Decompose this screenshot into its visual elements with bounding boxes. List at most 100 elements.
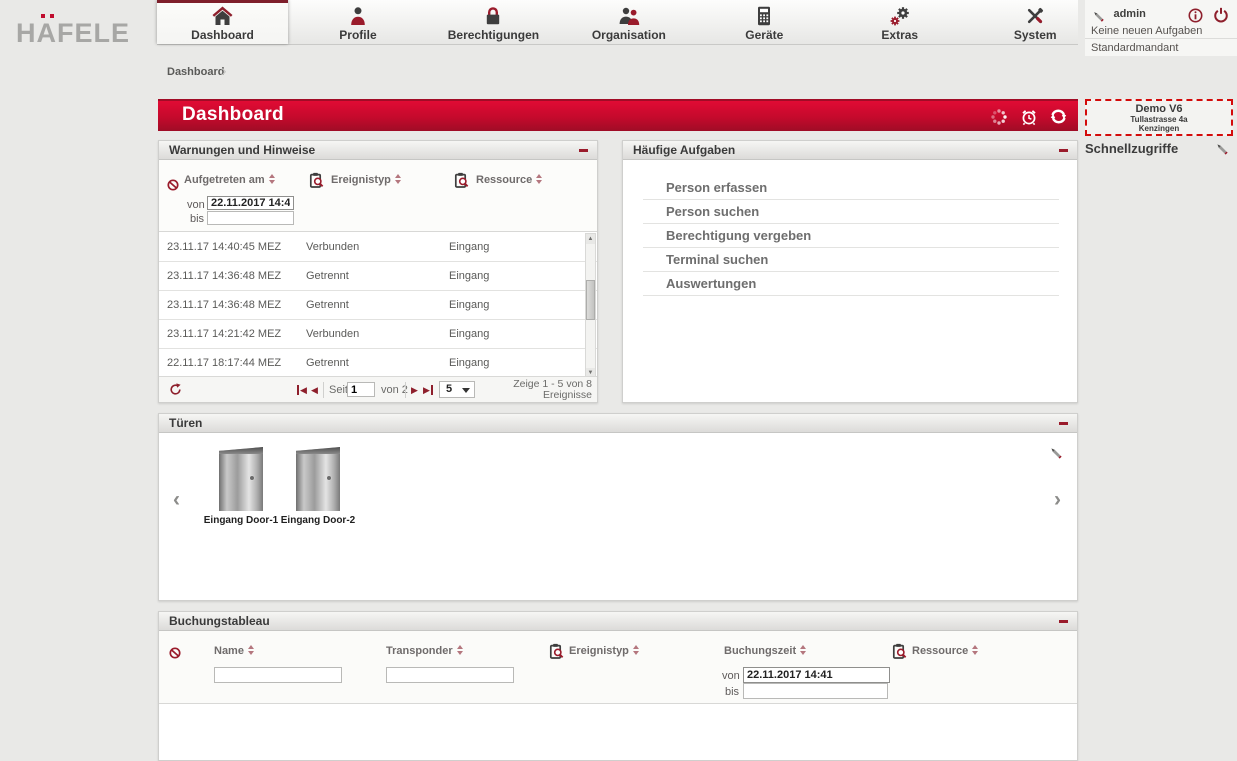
minimize-button[interactable] xyxy=(1059,620,1068,623)
scrollbar-thumb[interactable] xyxy=(586,280,595,320)
scroll-up-icon[interactable]: ▲ xyxy=(586,234,595,244)
task-link-person-suchen[interactable]: Person suchen xyxy=(643,200,1059,224)
minimize-button[interactable] xyxy=(579,149,588,152)
column-transponder[interactable]: Transponder xyxy=(386,645,463,657)
spinner-icon[interactable] xyxy=(990,108,1008,126)
tab-label: Profile xyxy=(292,28,423,42)
table-row[interactable]: 23.11.17 14:40:45 MEZVerbundenEingang xyxy=(159,233,597,262)
filter-clipboard-icon[interactable] xyxy=(549,642,564,660)
tab-profile[interactable]: Profile xyxy=(292,0,423,44)
table-row[interactable]: 23.11.17 14:36:48 MEZGetrenntEingang xyxy=(159,291,597,320)
frequent-tasks-panel: Häufige Aufgaben Person erfassen Person … xyxy=(622,140,1078,403)
tab-extras[interactable]: Extras xyxy=(834,0,965,44)
buchungszeit-bis-input[interactable] xyxy=(743,683,888,699)
bookings-panel-header: Buchungstableau xyxy=(159,612,1077,631)
first-page-icon[interactable]: ◀ xyxy=(297,385,307,395)
sort-icon xyxy=(269,174,275,184)
column-name[interactable]: Name xyxy=(214,645,254,657)
page-size-select[interactable]: 5 xyxy=(439,381,475,398)
task-link-person-erfassen[interactable]: Person erfassen xyxy=(643,176,1059,200)
sort-icon xyxy=(536,174,542,184)
tab-system[interactable]: System xyxy=(970,0,1101,44)
mandant-label[interactable]: Standardmandant xyxy=(1091,42,1178,54)
last-page-icon[interactable]: ▶ xyxy=(423,385,433,395)
tasks-status[interactable]: Keine neuen Aufgaben xyxy=(1091,25,1202,37)
carousel-right-icon[interactable]: › xyxy=(1054,488,1061,512)
minimize-button[interactable] xyxy=(1059,422,1068,425)
table-row[interactable]: 22.11.17 18:17:44 MEZGetrenntEingang xyxy=(159,349,597,378)
page-title-bar: Dashboard xyxy=(158,99,1078,131)
breadcrumb[interactable]: Dashboard xyxy=(167,66,224,78)
breadcrumb-chevron-icon: › xyxy=(221,61,227,81)
alarm-clock-icon[interactable] xyxy=(1020,108,1038,126)
task-link-berechtigung-vergeben[interactable]: Berechtigung vergeben xyxy=(643,224,1059,248)
task-link-auswertungen[interactable]: Auswertungen xyxy=(643,272,1059,296)
pager-summary: Zeige 1 - 5 von 8Ereignisse xyxy=(513,379,592,401)
tab-dashboard[interactable]: Dashboard xyxy=(157,0,288,44)
name-filter-input[interactable] xyxy=(214,667,342,683)
quick-access-edit-pencil-icon[interactable] xyxy=(1214,140,1229,158)
bookings-panel-title: Buchungstableau xyxy=(169,612,270,631)
tab-organisation[interactable]: Organisation xyxy=(563,0,694,44)
doors-panel-header: Türen xyxy=(159,414,1077,433)
reload-icon[interactable] xyxy=(169,383,182,396)
bis-label: bis xyxy=(725,686,739,698)
doors-edit-pencil-icon[interactable] xyxy=(1048,444,1063,462)
tab-label: Organisation xyxy=(563,28,694,42)
people-icon xyxy=(563,5,694,28)
von-label: von xyxy=(187,199,205,211)
bookings-panel: Buchungstableau Name Transponder Ereigni… xyxy=(158,611,1078,761)
tab-label: Geräte xyxy=(699,28,830,42)
page-number-input[interactable] xyxy=(347,382,375,397)
von-date-input[interactable] xyxy=(207,196,294,210)
minimize-button[interactable] xyxy=(1059,149,1068,152)
username[interactable]: admin xyxy=(1113,8,1145,20)
block-icon[interactable] xyxy=(167,176,179,194)
sort-icon xyxy=(248,645,254,655)
transponder-filter-input[interactable] xyxy=(386,667,514,683)
column-ressource[interactable]: Ressource xyxy=(476,174,542,186)
table-row[interactable]: 23.11.17 14:36:48 MEZGetrenntEingang xyxy=(159,262,597,291)
warnings-table: 23.11.17 14:40:45 MEZVerbundenEingang 23… xyxy=(159,233,597,378)
block-icon[interactable] xyxy=(169,644,181,662)
table-row[interactable]: 23.11.17 14:21:42 MEZVerbundenEingang xyxy=(159,320,597,349)
warnings-panel: Warnungen und Hinweise Aufgetreten am Er… xyxy=(158,140,598,403)
next-page-icon[interactable]: ▶ xyxy=(411,385,418,395)
warnings-pager: ◀ ◀ Seite von 2 ▶ ▶ 5 Zeige 1 - 5 von 8E… xyxy=(159,376,597,402)
account-box: admin Keine neuen Aufgaben Standardmanda… xyxy=(1085,0,1237,56)
buchungszeit-von-input[interactable] xyxy=(743,667,890,683)
filter-clipboard-icon[interactable] xyxy=(309,171,324,189)
tab-label: Berechtigungen xyxy=(428,28,559,42)
tab-geraete[interactable]: Geräte xyxy=(699,0,830,44)
bis-label: bis xyxy=(190,213,204,225)
door-image xyxy=(219,447,263,511)
edit-user-pencil-icon[interactable] xyxy=(1091,7,1105,24)
column-ereignistyp[interactable]: Ereignistyp xyxy=(569,645,639,657)
logout-power-icon[interactable] xyxy=(1213,6,1229,24)
account-divider xyxy=(1085,38,1237,39)
demo-line1: Demo V6 xyxy=(1087,103,1231,115)
column-buchungszeit[interactable]: Buchungszeit xyxy=(724,645,806,657)
tab-berechtigungen[interactable]: Berechtigungen xyxy=(428,0,559,44)
door-item[interactable]: Eingang Door-2 xyxy=(273,447,363,526)
page-total-label: von 2 xyxy=(381,384,408,396)
filter-clipboard-icon[interactable] xyxy=(892,642,907,660)
vertical-scrollbar[interactable]: ▲ ▼ xyxy=(585,233,596,379)
column-ereignistyp[interactable]: Ereignistyp xyxy=(331,174,401,186)
sort-icon xyxy=(972,645,978,655)
bis-date-input[interactable] xyxy=(207,211,294,225)
carousel-left-icon[interactable]: ‹ xyxy=(173,488,180,512)
column-ressource[interactable]: Ressource xyxy=(912,645,978,657)
prev-page-icon[interactable]: ◀ xyxy=(311,385,318,395)
page-title: Dashboard xyxy=(182,104,284,126)
refresh-icon[interactable] xyxy=(1049,107,1068,126)
main-nav: Dashboard Profile Berechtigungen Organis… xyxy=(157,0,1078,45)
info-icon[interactable] xyxy=(1188,7,1203,25)
column-aufgetreten-am[interactable]: Aufgetreten am xyxy=(184,174,275,186)
door-image xyxy=(296,447,340,511)
filter-clipboard-icon[interactable] xyxy=(454,171,469,189)
tasks-panel-title: Häufige Aufgaben xyxy=(633,141,735,160)
task-link-terminal-suchen[interactable]: Terminal suchen xyxy=(643,248,1059,272)
calculator-icon xyxy=(699,5,830,28)
tab-label: Dashboard xyxy=(157,28,288,42)
